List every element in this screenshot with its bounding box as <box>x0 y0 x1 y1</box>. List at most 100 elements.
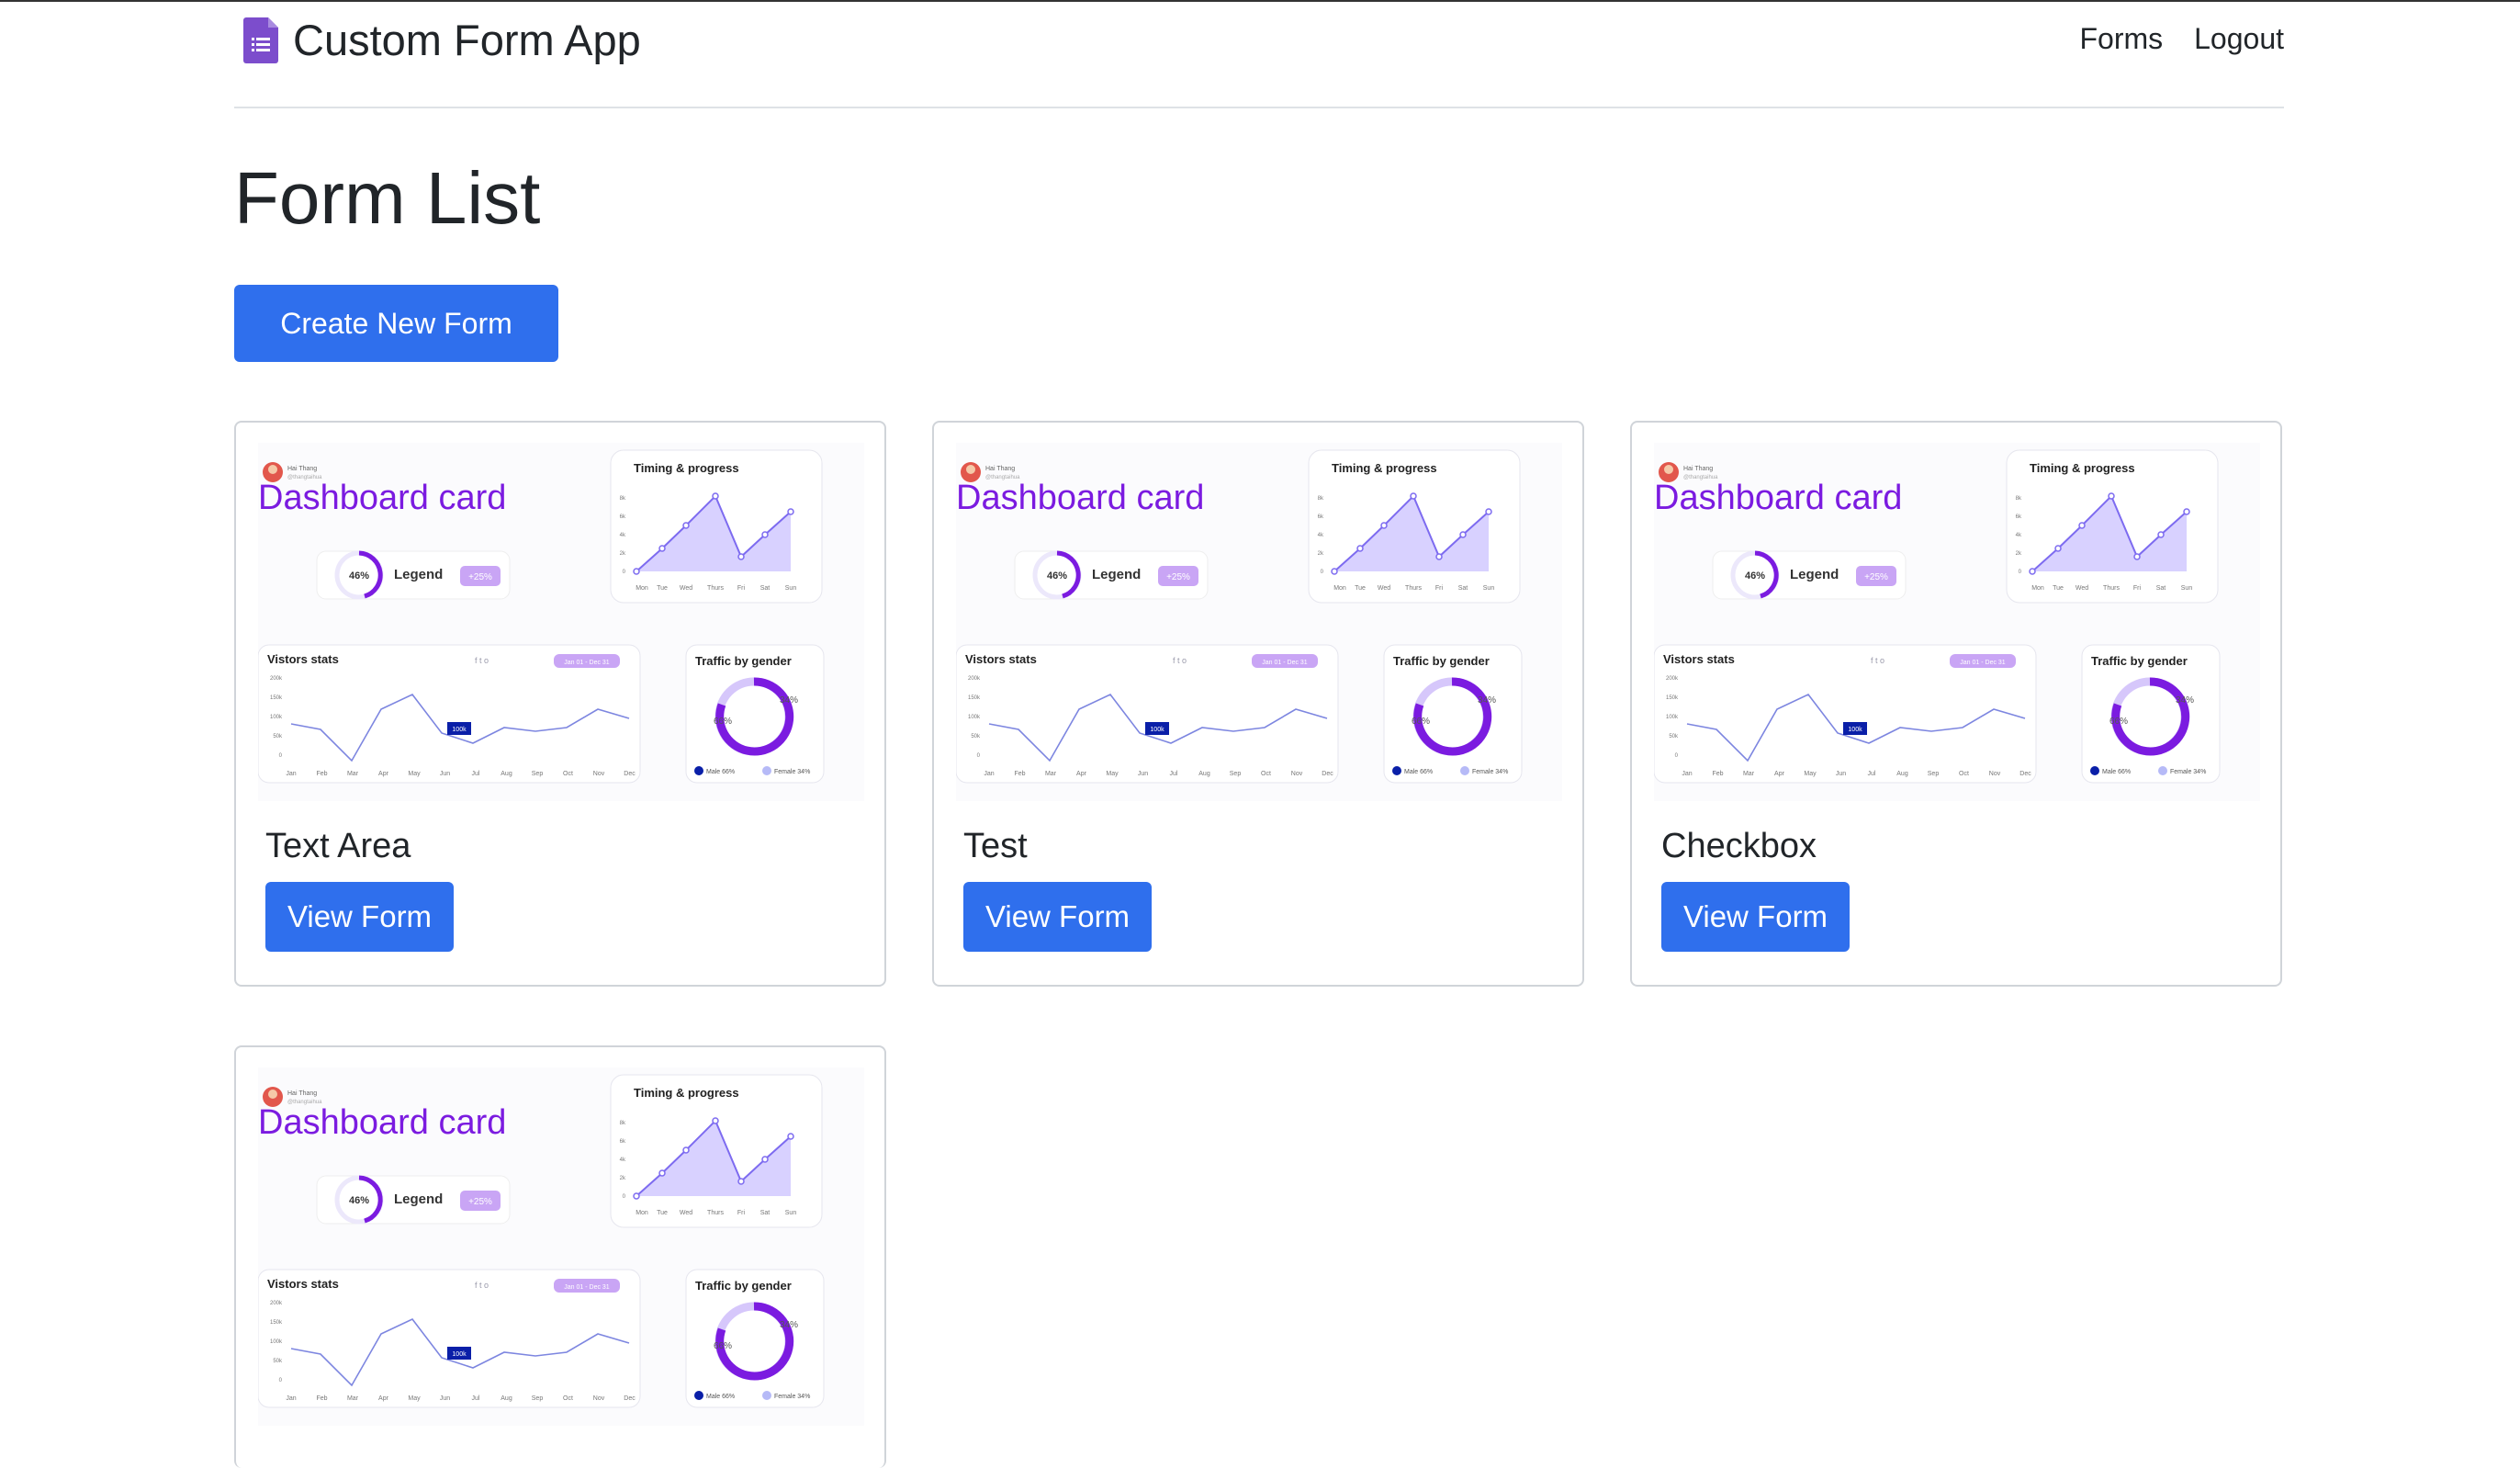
thumb-visitors-tick-label: Oct <box>563 771 573 777</box>
thumb-timing-tick-label: Mon <box>636 1210 648 1216</box>
form-card: Hai Thang @thangtaihua Dashboard card 46… <box>234 1045 886 1468</box>
thumb-timing-tick-label: Thurs <box>1405 585 1422 592</box>
create-new-form-button[interactable]: Create New Form <box>234 285 558 362</box>
thumb-timing-ytick-label: 6k <box>2016 514 2022 520</box>
thumb-visitors-tick-label: Nov <box>593 771 605 777</box>
dashboard-card-thumbnail: Hai Thang @thangtaihua Dashboard card 46… <box>258 1067 864 1426</box>
thumb-visitors-tick-label: Dec <box>624 1395 636 1402</box>
thumb-traffic-male-pct: 66% <box>714 1341 732 1351</box>
thumb-heading: Dashboard card <box>956 479 1204 517</box>
thumb-visitors-tick-label: Oct <box>1959 771 1969 777</box>
thumb-timing-point <box>1485 508 1492 515</box>
thumb-legend-badge: +25% <box>1864 572 1888 582</box>
thumb-timing-tick-label: Fri <box>737 1210 746 1216</box>
thumb-visitors-ytick-label: 100k <box>270 1339 283 1345</box>
thumb-timing-tick-label: Mon <box>636 585 648 592</box>
thumb-timing-title: Timing & progress <box>2030 461 2135 475</box>
thumb-visitors-ytick-label: 150k <box>270 1320 283 1326</box>
thumb-timing-tick-label: Fri <box>2133 585 2142 592</box>
thumb-timing-ytick-label: 6k <box>620 1139 626 1145</box>
thumb-heading: Dashboard card <box>1654 479 1902 517</box>
nav-link-forms[interactable]: Forms <box>2079 22 2163 56</box>
thumb-visitors-ytick-label: 50k <box>273 734 283 740</box>
thumb-timing-ytick-label: 6k <box>1318 514 1324 520</box>
thumb-timing-title: Timing & progress <box>1332 461 1437 475</box>
thumb-visitors-tick-label: Oct <box>563 1395 573 1402</box>
view-form-button[interactable]: View Form <box>265 882 454 952</box>
form-card-image: Hai Thang @thangtaihua Dashboard card 46… <box>258 1067 864 1426</box>
thumb-visitors-tick-label: Aug <box>501 1395 512 1402</box>
thumb-traffic-male-pct: 66% <box>2109 717 2128 727</box>
form-card-title: Text Area <box>265 827 411 865</box>
thumb-timing-point <box>2054 545 2062 552</box>
thumb-visitors-tick-label: Jul <box>472 771 480 777</box>
view-form-button[interactable]: View Form <box>1661 882 1850 952</box>
thumb-traffic-female-pct: 34% <box>780 1320 798 1330</box>
thumb-user-name: Hai Thang <box>985 466 1015 472</box>
thumb-visitors-tick-label: Jun <box>440 771 450 777</box>
dashboard-card-thumbnail: Hai Thang @thangtaihua Dashboard card 46… <box>956 443 1562 801</box>
thumb-user-name: Hai Thang <box>1683 466 1713 472</box>
thumb-visitors-ytick-label: 100k <box>968 715 981 720</box>
thumb-visitors-ytick-label: 100k <box>270 715 283 720</box>
thumb-visitors-title: Vistors stats <box>267 1277 339 1291</box>
thumb-timing-tick-label: Wed <box>2076 585 2088 592</box>
thumb-traffic-female-label: Female 34% <box>774 769 810 775</box>
thumb-traffic-title: Traffic by gender <box>1393 654 1490 668</box>
thumb-social-icons: f t o <box>1871 656 1884 665</box>
thumb-timing-point <box>1380 522 1388 529</box>
thumb-heading: Dashboard card <box>258 479 506 517</box>
nav-links: Forms Logout <box>2079 22 2284 56</box>
thumb-timing-tick-label: Tue <box>1355 585 1366 592</box>
thumb-timing-point <box>712 492 719 500</box>
view-form-button[interactable]: View Form <box>963 882 1152 952</box>
thumb-timing-tick-label: Thurs <box>2103 585 2120 592</box>
nav-link-logout[interactable]: Logout <box>2194 22 2284 56</box>
thumb-legend-label: Legend <box>1092 567 1141 582</box>
thumb-traffic-male-pct: 66% <box>1412 717 1430 727</box>
thumb-traffic-title: Traffic by gender <box>2091 654 2188 668</box>
thumb-visitors-tick-label: May <box>1804 771 1817 777</box>
thumb-timing-point <box>761 531 769 538</box>
thumb-timing-point <box>2078 522 2086 529</box>
thumb-timing-ytick-label: 2k <box>620 551 626 557</box>
brand[interactable]: Custom Form App <box>243 15 641 65</box>
thumb-visitors-tick-label: Nov <box>1291 771 1303 777</box>
thumb-visitors-tick-label: Aug <box>501 771 512 777</box>
thumb-timing-tick-label: Wed <box>680 585 692 592</box>
thumb-timing-ytick-label: 8k <box>1318 496 1324 502</box>
thumb-visitors-tick-label: Aug <box>1896 771 1908 777</box>
thumb-legend-badge: +25% <box>468 1197 492 1207</box>
thumb-timing-title: Timing & progress <box>634 461 739 475</box>
thumb-timing-point <box>787 1133 794 1140</box>
form-card-image: Hai Thang @thangtaihua Dashboard card 46… <box>1654 443 2260 801</box>
thumb-timing-point <box>712 1117 719 1124</box>
form-card-image: Hai Thang @thangtaihua Dashboard card 46… <box>258 443 864 801</box>
thumb-timing-point <box>658 545 666 552</box>
thumb-visitors-tick-label: Jun <box>1138 771 1148 777</box>
thumb-timing-point <box>682 1146 690 1154</box>
thumb-visitors-tick-label: Dec <box>624 771 636 777</box>
thumb-timing-point <box>2133 553 2141 560</box>
thumb-visitors-tick-label: Feb <box>1014 771 1025 777</box>
form-card-title: Test <box>963 827 1028 865</box>
thumb-timing-point <box>737 553 745 560</box>
thumb-visitors-tick-label: May <box>408 771 421 777</box>
thumb-timing-ytick-label: 2k <box>2016 551 2022 557</box>
thumb-timing-point <box>2157 531 2165 538</box>
thumb-visitors-tooltip: 100k <box>1848 727 1862 733</box>
thumb-timing-ytick-label: 6k <box>620 514 626 520</box>
thumb-visitors-tick-label: Mar <box>1743 771 1755 777</box>
thumb-traffic-female-label: Female 34% <box>774 1394 810 1400</box>
thumb-visitors-tick-label: Jul <box>1868 771 1876 777</box>
thumb-timing-ytick-label: 8k <box>620 1121 626 1126</box>
thumb-timing-ytick-label: 4k <box>1318 533 1324 538</box>
thumb-visitors-tick-label: Mar <box>1045 771 1057 777</box>
thumb-visitors-tick-label: Feb <box>1712 771 1723 777</box>
thumb-timing-ytick-label: 2k <box>1318 551 1324 557</box>
thumb-legend-label: Legend <box>1790 567 1839 582</box>
thumb-visitors-tick-label: Apr <box>1774 771 1785 777</box>
thumb-social-icons: f t o <box>1173 656 1187 665</box>
thumb-timing-point <box>633 568 640 575</box>
thumb-legend-percent: 46% <box>349 1195 369 1206</box>
